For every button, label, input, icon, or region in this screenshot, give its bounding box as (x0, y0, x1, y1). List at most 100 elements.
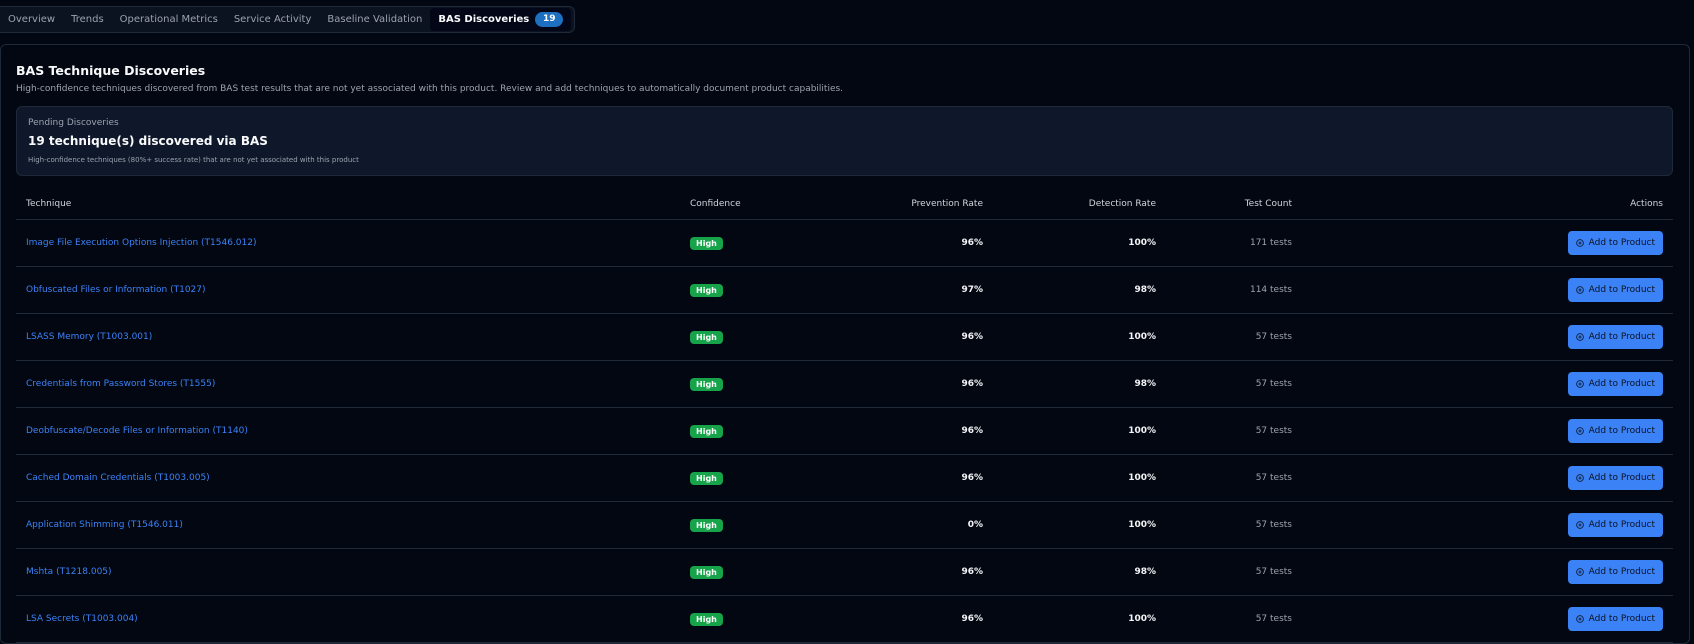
tab-label: BAS Discoveries (438, 14, 530, 25)
prevention-rate: 96% (820, 407, 993, 455)
column-header-prevention-rate[interactable]: Prevention Rate (820, 189, 993, 220)
tab-service-activity[interactable]: Service Activity (226, 8, 320, 31)
confidence-badge: High (690, 471, 723, 485)
plus-circle-icon (1575, 427, 1584, 435)
confidence-badge: High (690, 518, 723, 532)
test-count: 114 tests (1166, 266, 1302, 314)
button-label: Add to Product (1588, 520, 1655, 530)
add-to-product-button[interactable]: Add to Product (1567, 278, 1663, 302)
button-label: Add to Product (1588, 332, 1655, 342)
confidence-badge: High (690, 283, 723, 297)
prevention-rate: 96% (820, 219, 993, 267)
confidence-badge: High (690, 565, 723, 579)
add-to-product-button[interactable]: Add to Product (1567, 560, 1663, 584)
add-to-product-button[interactable]: Add to Product (1567, 466, 1663, 490)
pending-discoveries-panel: Pending Discoveries 19 technique(s) disc… (16, 106, 1673, 176)
card-description: High-confidence techniques discovered fr… (16, 84, 844, 94)
table-row: LSA Secrets (T1003.004) High 96% 100% 57… (16, 595, 1673, 643)
test-count: 171 tests (1166, 219, 1302, 267)
button-label: Add to Product (1588, 614, 1655, 624)
test-count: 57 tests (1166, 407, 1302, 455)
technique-link[interactable]: LSA Secrets (T1003.004) (26, 614, 138, 624)
technique-link[interactable]: Application Shimming (T1546.011) (26, 520, 183, 530)
table-row: Application Shimming (T1546.011) High 0%… (16, 501, 1673, 549)
detection-rate: 100% (993, 407, 1166, 455)
prevention-rate: 96% (820, 595, 993, 643)
table-row: Obfuscated Files or Information (T1027) … (16, 266, 1673, 314)
plus-circle-icon (1575, 333, 1584, 341)
button-label: Add to Product (1588, 473, 1655, 483)
add-to-product-button[interactable]: Add to Product (1567, 372, 1663, 396)
tab-overview[interactable]: Overview (0, 8, 63, 31)
column-header-test-count[interactable]: Test Count (1166, 189, 1302, 220)
plus-circle-icon (1575, 568, 1584, 576)
column-header-technique[interactable]: Technique (16, 189, 680, 220)
prevention-rate: 96% (820, 313, 993, 361)
technique-link[interactable]: Credentials from Password Stores (T1555) (26, 379, 215, 389)
test-count: 57 tests (1166, 313, 1302, 361)
prevention-rate: 96% (820, 454, 993, 502)
tab-trends[interactable]: Trends (63, 8, 112, 31)
technique-link[interactable]: Mshta (T1218.005) (26, 567, 112, 577)
technique-link[interactable]: Obfuscated Files or Information (T1027) (26, 285, 206, 295)
plus-circle-icon (1575, 615, 1584, 623)
confidence-badge: High (690, 236, 723, 250)
table-row: Image File Execution Options Injection (… (16, 219, 1673, 267)
detection-rate: 98% (993, 360, 1166, 408)
tab-bas-discoveries[interactable]: BAS Discoveries 19 (430, 8, 572, 31)
test-count: 57 tests (1166, 501, 1302, 549)
prevention-rate: 97% (820, 266, 993, 314)
count-badge: 19 (535, 12, 564, 27)
pending-headline: 19 technique(s) discovered via BAS (28, 134, 268, 148)
table-row: Mshta (T1218.005) High 96% 98% 57 tests … (16, 548, 1673, 596)
test-count: 57 tests (1166, 595, 1302, 643)
column-header-actions: Actions (1302, 189, 1673, 220)
confidence-badge: High (690, 330, 723, 344)
test-count: 57 tests (1166, 548, 1302, 596)
add-to-product-button[interactable]: Add to Product (1567, 607, 1663, 631)
table-row: Credentials from Password Stores (T1555)… (16, 360, 1673, 408)
detection-rate: 98% (993, 266, 1166, 314)
detection-rate: 100% (993, 501, 1166, 549)
column-header-confidence[interactable]: Confidence (680, 189, 820, 220)
add-to-product-button[interactable]: Add to Product (1567, 419, 1663, 443)
prevention-rate: 96% (820, 548, 993, 596)
plus-circle-icon (1575, 380, 1584, 388)
discoveries-card: BAS Technique Discoveries High-confidenc… (0, 44, 1690, 644)
plus-circle-icon (1575, 521, 1584, 529)
card-title: BAS Technique Discoveries (16, 63, 206, 78)
table-header-row: Technique Confidence Prevention Rate Det… (16, 189, 1673, 220)
table-row: Cached Domain Credentials (T1003.005) Hi… (16, 454, 1673, 502)
detection-rate: 100% (993, 595, 1166, 643)
button-label: Add to Product (1588, 567, 1655, 577)
technique-link[interactable]: LSASS Memory (T1003.001) (26, 332, 152, 342)
detection-rate: 98% (993, 548, 1166, 596)
discoveries-table: Technique Confidence Prevention Rate Det… (16, 189, 1673, 643)
button-label: Add to Product (1588, 379, 1655, 389)
add-to-product-button[interactable]: Add to Product (1567, 231, 1663, 255)
plus-circle-icon (1575, 474, 1584, 482)
plus-circle-icon (1575, 286, 1584, 294)
pending-subtext: High-confidence techniques (80%+ success… (28, 156, 359, 164)
technique-link[interactable]: Deobfuscate/Decode Files or Information … (26, 426, 248, 436)
tab-bar: Overview Trends Operational Metrics Serv… (0, 6, 576, 33)
add-to-product-button[interactable]: Add to Product (1567, 325, 1663, 349)
column-header-detection-rate[interactable]: Detection Rate (993, 189, 1166, 220)
table-row: LSASS Memory (T1003.001) High 96% 100% 5… (16, 313, 1673, 361)
add-to-product-button[interactable]: Add to Product (1567, 513, 1663, 537)
tab-baseline-validation[interactable]: Baseline Validation (319, 8, 430, 31)
detection-rate: 100% (993, 454, 1166, 502)
technique-link[interactable]: Cached Domain Credentials (T1003.005) (26, 473, 210, 483)
pending-label: Pending Discoveries (28, 118, 119, 128)
button-label: Add to Product (1588, 285, 1655, 295)
test-count: 57 tests (1166, 454, 1302, 502)
table-row: Deobfuscate/Decode Files or Information … (16, 407, 1673, 455)
tab-operational-metrics[interactable]: Operational Metrics (112, 8, 226, 31)
confidence-badge: High (690, 424, 723, 438)
detection-rate: 100% (993, 313, 1166, 361)
button-label: Add to Product (1588, 238, 1655, 248)
button-label: Add to Product (1588, 426, 1655, 436)
technique-link[interactable]: Image File Execution Options Injection (… (26, 238, 257, 248)
plus-circle-icon (1575, 239, 1584, 247)
detection-rate: 100% (993, 219, 1166, 267)
